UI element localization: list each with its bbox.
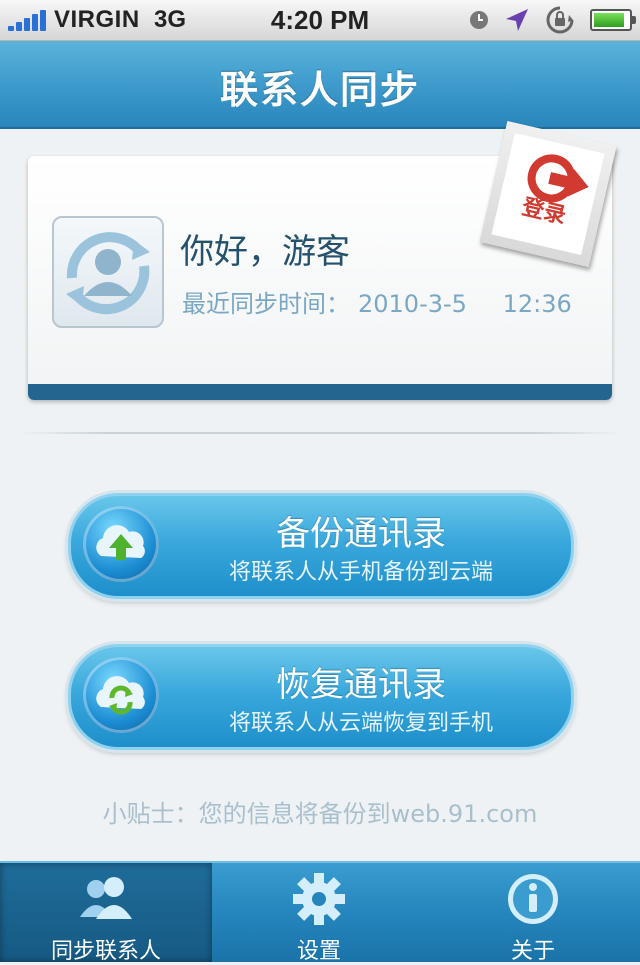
- location-arrow-icon: [504, 7, 530, 33]
- last-sync-date: 2010-3-5: [358, 290, 467, 318]
- restore-subtitle: 将联系人从云端恢复到手机: [228, 711, 493, 736]
- backup-contacts-button[interactable]: 备份通讯录 将联系人从手机备份到云端: [68, 493, 574, 599]
- tab-sync-contacts[interactable]: 同步联系人: [0, 863, 212, 964]
- restore-title: 恢复通讯录: [276, 665, 446, 705]
- tab-about[interactable]: 关于: [426, 863, 640, 964]
- tab-label: 关于: [510, 939, 555, 964]
- nav-bar: 联系人同步: [0, 41, 640, 129]
- page-title: 联系人同步: [219, 68, 420, 112]
- cloud-sync-icon: [83, 657, 159, 733]
- card-bottom-strip: [28, 384, 612, 400]
- contacts-icon: [80, 877, 132, 919]
- tab-label: 同步联系人: [50, 939, 161, 964]
- last-sync-info: 最近同步时间： 2010-3-5 12:36: [182, 284, 580, 319]
- section-divider: [18, 432, 622, 434]
- guest-sync-avatar-icon: [66, 232, 150, 315]
- tab-bar: 同步联系人 设置 关于: [0, 861, 640, 964]
- backup-title: 备份通讯录: [276, 514, 446, 554]
- clock-icon: [468, 9, 490, 31]
- gear-icon: [293, 873, 345, 925]
- tab-label: 设置: [296, 939, 341, 964]
- restore-contacts-button[interactable]: 恢复通讯录 将联系人从云端恢复到手机: [68, 644, 574, 750]
- tip-text: 小贴士：您的信息将备份到web.91.com: [102, 800, 538, 828]
- cloud-upload-icon: [83, 506, 159, 582]
- avatar: [52, 216, 164, 328]
- greeting-text: 你好，游客: [180, 232, 350, 272]
- info-icon: [508, 874, 558, 924]
- last-sync-time: 12:36: [502, 290, 572, 318]
- rotation-lock-icon: [544, 5, 576, 35]
- battery-icon: [590, 9, 636, 31]
- last-sync-label: 最近同步时间：: [182, 290, 350, 318]
- status-bar: VIRGIN 3G 4:20 PM: [0, 0, 640, 41]
- backup-subtitle: 将联系人从手机备份到云端: [228, 560, 493, 585]
- tab-settings[interactable]: 设置: [212, 863, 426, 964]
